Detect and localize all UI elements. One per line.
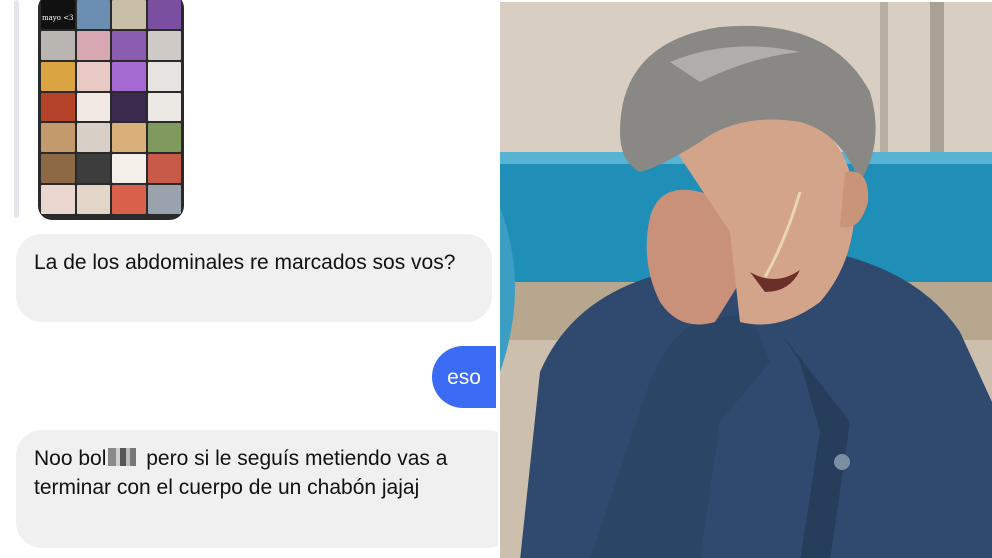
grid-tile — [76, 154, 110, 184]
grid-tile — [147, 30, 181, 60]
outgoing-message[interactable]: eso — [432, 346, 496, 408]
grid-tile — [112, 185, 146, 214]
grid-tile — [76, 61, 110, 91]
reply-indicator-bar — [14, 0, 19, 218]
grid-tile — [76, 92, 110, 122]
grid-tile — [112, 0, 146, 29]
message-text: eso — [447, 365, 481, 389]
grid-tile — [147, 123, 181, 153]
message-text: La de los abdominales re marcados sos vo… — [34, 251, 456, 274]
grid-tile — [76, 0, 110, 29]
grid-tile — [147, 154, 181, 184]
grid-tile — [76, 30, 110, 60]
censored-word — [108, 448, 139, 467]
post-caption: mayo <3 — [41, 14, 74, 22]
grid-tile — [112, 30, 146, 60]
grid-tile — [41, 92, 75, 122]
grid-tile — [76, 123, 110, 153]
grid-tile — [147, 185, 181, 214]
grid-tile — [147, 92, 181, 122]
grid-tile — [112, 123, 146, 153]
grid-tile — [147, 0, 181, 29]
photo-grid: mayo <3 — [41, 0, 181, 214]
grid-tile — [112, 154, 146, 184]
message-text-start: Noo bol — [34, 447, 107, 470]
grid-tile: mayo <3 — [41, 0, 75, 29]
grid-tile — [41, 154, 75, 184]
grid-tile — [112, 92, 146, 122]
grid-tile — [147, 61, 181, 91]
grid-tile — [76, 185, 110, 214]
grid-tile — [112, 61, 146, 91]
grid-tile — [41, 30, 75, 60]
grid-tile — [41, 185, 75, 214]
shared-post-preview[interactable]: mayo <3 — [38, 0, 184, 220]
incoming-message[interactable]: La de los abdominales re marcados sos vo… — [16, 234, 492, 322]
photo-illustration — [500, 2, 992, 558]
incoming-message[interactable]: Noo bol pero si le seguís metiendo vas a… — [16, 430, 500, 548]
crying-man-photo — [500, 2, 992, 558]
grid-tile — [41, 61, 75, 91]
chat-panel: mayo <3 La de los abdominales re marcado… — [0, 0, 500, 558]
grid-tile — [41, 123, 75, 153]
